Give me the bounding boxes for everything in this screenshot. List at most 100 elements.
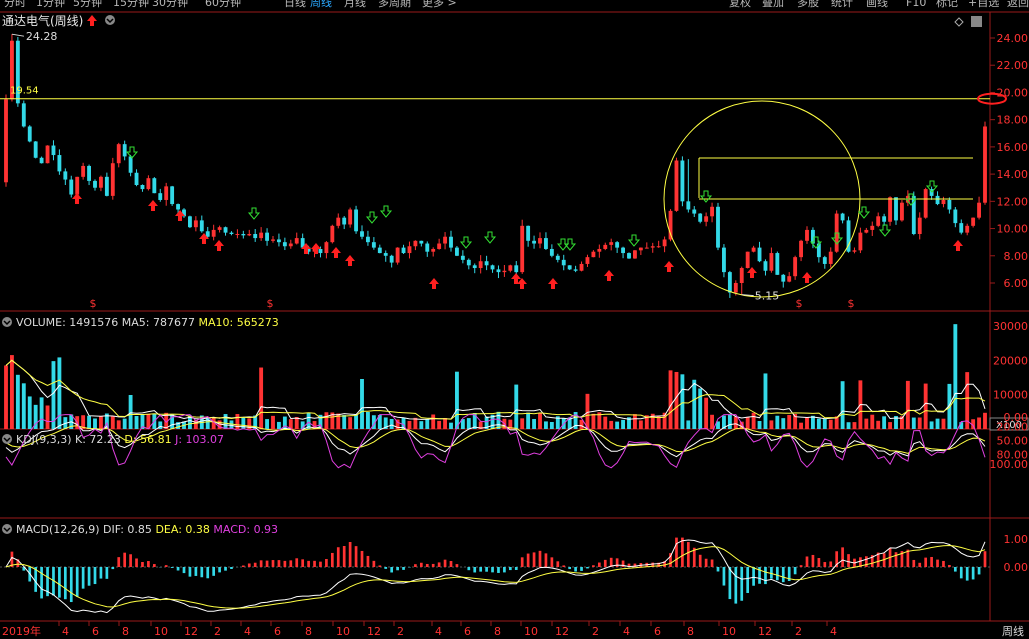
kdj-header: KDJ(9,3,3) K: 72.23 D: 56.81 J: 103.07	[16, 433, 224, 446]
volume-bar	[87, 415, 91, 429]
panel-labels: 通达电气(周线) VOLUME: 1491576 MA5: 787677 MA10…	[2, 13, 982, 536]
volume-bar	[805, 417, 809, 429]
candle-body	[686, 201, 691, 210]
candle-body	[923, 189, 928, 218]
candle-body	[460, 255, 465, 260]
volume-bar	[710, 414, 714, 429]
candle-body	[324, 242, 329, 254]
candle-body	[128, 156, 133, 173]
price-panel: 24.00 22.00 20.00 18.00 16.00 14.00 12.00 10.00…	[0, 30, 1028, 310]
kdj-tick-label: 0.00	[1004, 411, 1029, 424]
sell-arrow-icon	[878, 224, 892, 237]
candle-body	[674, 160, 679, 211]
volume-bar	[692, 379, 697, 429]
volume-bar	[549, 421, 554, 429]
candle-body	[377, 247, 382, 254]
candle-body	[490, 265, 495, 270]
candle-body	[360, 231, 364, 237]
price-tick-label: 20.00	[997, 86, 1029, 99]
candle-body	[597, 248, 602, 252]
volume-bar	[93, 418, 97, 429]
volume-bar	[822, 419, 827, 429]
x-axis-label: 8	[122, 625, 129, 638]
candle-body	[271, 239, 275, 241]
x-axis-label: 2	[397, 625, 404, 638]
volume-bar	[852, 422, 857, 429]
candle-body	[900, 202, 904, 221]
sell-arrow-icon	[563, 238, 577, 251]
macd-menu-icon[interactable]	[2, 524, 12, 534]
x-axis-label: 8	[494, 625, 501, 638]
price-tick-label: 10.00	[997, 223, 1029, 236]
price-tick-label: 12.00	[997, 195, 1029, 208]
x-axis-label: 4	[244, 625, 251, 638]
x-axis-label: 6	[92, 625, 99, 638]
volume-bar	[205, 417, 210, 429]
volume-bar	[929, 421, 934, 429]
candle-body	[21, 103, 26, 127]
volume-bar	[342, 415, 347, 429]
candle-body	[567, 265, 572, 270]
buy-arrow-icon	[87, 15, 97, 26]
candle-body	[573, 269, 578, 271]
dividend-mark: $	[796, 297, 803, 310]
buy-arrow-icon	[604, 270, 614, 281]
volume-bar	[935, 418, 940, 429]
volume-bar	[437, 420, 442, 429]
candle-body	[455, 247, 459, 256]
volume-bar	[520, 418, 525, 429]
sell-arrow-icon	[365, 211, 379, 224]
candle-body	[383, 253, 388, 256]
price-tick-label: 22.00	[997, 59, 1029, 72]
volume-header: VOLUME: 1491576 MA5: 787677 MA10: 565273	[16, 316, 279, 329]
volume-bar	[57, 357, 62, 429]
candle-body	[787, 276, 792, 282]
panel-menu-icon[interactable]	[971, 16, 982, 27]
volume-bar	[45, 405, 50, 429]
x-axis-label: 4	[62, 625, 69, 638]
candle-body	[745, 251, 750, 269]
volume-bar	[585, 393, 590, 429]
candle-body	[348, 209, 353, 225]
volume-bar	[265, 419, 269, 429]
x-axis-label: 12	[758, 625, 772, 638]
candle-body	[894, 197, 898, 221]
candle-body	[638, 247, 643, 251]
volume-bar	[656, 416, 661, 429]
dividend-mark: $	[848, 297, 855, 310]
candle-body	[799, 240, 803, 258]
volume-bar	[110, 416, 115, 429]
volume-bar	[882, 416, 887, 429]
diamond-icon[interactable]	[954, 17, 964, 27]
x-axis-label: 10	[722, 625, 736, 638]
volume-bar	[905, 380, 910, 429]
macd-dif: DIF: 0.85	[103, 523, 155, 536]
x-axis-label: 2	[592, 625, 599, 638]
buy-arrow-icon	[747, 267, 757, 278]
candle-body	[698, 213, 703, 222]
candle-body	[870, 225, 875, 230]
candle-body	[229, 232, 234, 234]
volume-bar	[686, 420, 691, 429]
high-pointer	[11, 33, 25, 37]
volume-bar	[360, 378, 364, 429]
kdj-menu-icon[interactable]	[2, 434, 12, 444]
volume-bar	[828, 419, 833, 429]
buy-arrow-icon	[517, 278, 527, 289]
candle-body	[431, 248, 436, 252]
volume-bar	[21, 383, 26, 429]
volume-bar	[466, 418, 471, 429]
buy-arrow-icon	[214, 240, 224, 251]
high-label: 24.28	[26, 30, 58, 43]
x-axis-label: 12	[555, 625, 569, 638]
dropdown-icon[interactable]	[105, 15, 115, 25]
candle-body	[538, 238, 542, 244]
volume-menu-icon[interactable]	[2, 317, 12, 327]
volume-bar	[787, 414, 792, 429]
buy-arrow-icon	[331, 247, 341, 258]
sell-arrow-icon	[247, 207, 261, 220]
candle-body	[33, 141, 38, 158]
volume-bar	[15, 374, 20, 429]
price-tick-label: 24.00	[997, 32, 1029, 45]
candle-body	[888, 197, 892, 222]
